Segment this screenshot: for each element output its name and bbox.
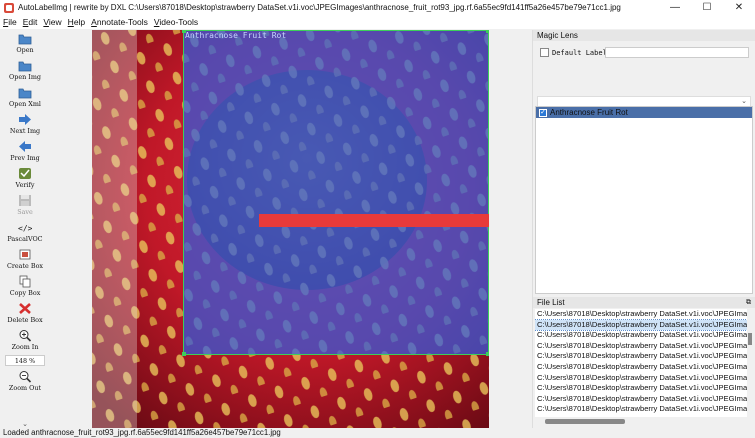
default-label-input[interactable] [605,47,749,58]
zoom-in-icon [18,329,32,342]
file-list-item[interactable]: C:\Users\87018\Desktop\strawberry DataSe… [535,404,747,415]
menu-annotate-tools[interactable]: Annotate-Tools [91,17,148,27]
window-title: AutoLabelImg | rewrite by DXL C:\Users\8… [18,3,621,12]
scrollbar-thumb[interactable] [748,333,752,345]
file-list-item[interactable]: C:\Users\87018\Desktop\strawberry DataSe… [535,383,747,394]
create-box-button[interactable]: Create Box [0,246,50,273]
prev-img-button[interactable]: Prev Img [0,138,50,165]
bounding-box-label: Anthracnose Fruit Rot [185,31,287,40]
delete-box-button[interactable]: Delete Box [0,300,50,327]
verify-check-icon [18,167,32,180]
copy-box-button[interactable]: Copy Box [0,273,50,300]
left-toolbar: Open Open Img Open Xml Next Img Prev Img… [0,30,50,428]
open-img-button[interactable]: Open Img [0,57,50,84]
file-list-item-selected[interactable]: C:\Users\87018\Desktop\strawberry DataSe… [535,318,747,332]
status-bar: Loaded anthracnose_fruit_rot93_jpg.rf.6a… [0,428,755,438]
code-tag-icon: </> [18,221,32,234]
file-list-title: File List [537,298,565,307]
float-dock-icon[interactable]: ⧉ [746,299,751,307]
close-button[interactable]: ✕ [723,0,755,15]
canvas-margin-left [50,30,92,428]
right-panel: Magic Lens Default Label ⌄ ✓ Anthracnose… [532,30,755,428]
zoom-level-input[interactable]: 148 % [5,355,45,366]
create-box-icon [18,248,32,261]
corner-handle-tl[interactable] [182,30,186,33]
image-canvas[interactable]: Anthracnose Fruit Rot [92,30,489,428]
maximize-button[interactable]: ☐ [691,0,723,15]
file-list-header: File List ⧉ [533,297,755,308]
file-list-item[interactable]: C:\Users\87018\Desktop\strawberry DataSe… [535,309,747,320]
red-drag-line [259,214,504,227]
file-list-item[interactable]: C:\Users\87018\Desktop\strawberry DataSe… [535,330,747,341]
open-folder-icon [18,59,32,72]
open-xml-button[interactable]: Open Xml [0,84,50,111]
zoom-out-button[interactable]: Zoom Out [0,368,50,395]
menu-help[interactable]: Help [68,17,85,27]
title-bar: AutoLabelImg | rewrite by DXL C:\Users\8… [0,0,755,15]
file-list-horizontal-scrollbar[interactable] [535,417,753,426]
bounding-box[interactable]: Anthracnose Fruit Rot [182,30,489,356]
label-list-item[interactable]: ✓ Anthracnose Fruit Rot [536,107,752,118]
next-img-button[interactable]: Next Img [0,111,50,138]
menu-edit[interactable]: Edit [23,17,38,27]
zoom-out-icon [18,370,32,383]
app-icon [4,2,14,13]
chevron-down-icon: ⌄ [741,98,747,105]
delete-x-icon [18,302,32,315]
file-list-item[interactable]: C:\Users\87018\Desktop\strawberry DataSe… [535,362,747,373]
label-list: ✓ Anthracnose Fruit Rot [535,106,753,294]
default-label-checkbox[interactable] [540,48,549,57]
open-folder-icon [18,32,32,45]
svg-text:</>: </> [18,224,32,233]
open-button[interactable]: Open [0,30,50,57]
arrow-right-icon [18,113,32,126]
pascalvoc-button[interactable]: </> PascalVOC [0,219,50,246]
label-checkbox-checked[interactable]: ✓ [539,108,547,117]
file-list-item[interactable]: C:\Users\87018\Desktop\strawberry DataSe… [535,341,747,352]
save-button[interactable]: Save [0,192,50,219]
default-label-text: Default Label [552,48,607,57]
copy-icon [18,275,32,288]
toolbar-more-icon[interactable]: ⌄ [22,420,28,428]
file-list-item[interactable]: C:\Users\87018\Desktop\strawberry DataSe… [535,373,747,384]
menu-video-tools[interactable]: Video-Tools [154,17,198,27]
magic-lens-title: Magic Lens [537,31,578,40]
menu-file[interactable]: File [3,17,17,27]
save-disk-icon [18,194,32,207]
minimize-button[interactable]: — [659,0,691,15]
menu-view[interactable]: View [43,17,61,27]
zoom-in-button[interactable]: Zoom In [0,327,50,354]
canvas-margin-right [489,30,532,428]
corner-handle-bl[interactable] [182,352,186,356]
arrow-left-icon [18,140,32,153]
window-controls: — ☐ ✕ [659,0,755,15]
default-label-row: Default Label [540,48,607,57]
file-list-item[interactable]: C:\Users\87018\Desktop\strawberry DataSe… [535,394,747,405]
file-list-item[interactable]: C:\Users\87018\Desktop\strawberry DataSe… [535,351,747,362]
menu-bar: File Edit View Help Annotate-Tools Video… [0,15,755,29]
scrollbar-thumb[interactable] [545,419,625,424]
file-list: C:\Users\87018\Desktop\strawberry DataSe… [535,309,747,417]
verify-button[interactable]: Verify [0,165,50,192]
magic-lens-header: Magic Lens [533,30,755,41]
open-folder-icon [18,86,32,99]
file-list-vertical-scrollbar[interactable] [747,309,753,417]
